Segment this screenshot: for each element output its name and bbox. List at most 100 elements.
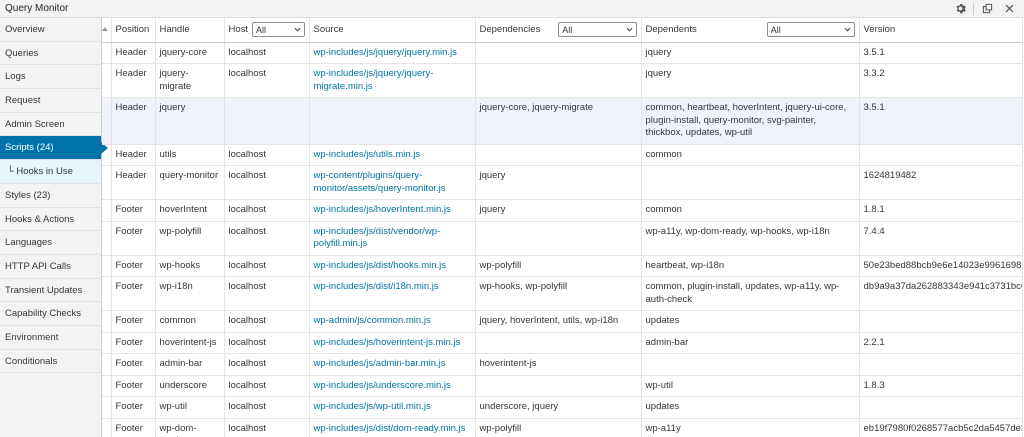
column-position[interactable]: Position — [111, 18, 156, 43]
cell-handle: query-monitor — [155, 165, 225, 200]
source-link[interactable]: wp-includes/js/dist/dom-ready.min.js — [314, 423, 466, 434]
cell-position: Footer — [111, 221, 156, 256]
cell-dependencies — [475, 63, 642, 98]
table-header-row: Position Handle Host All Source Dependen… — [102, 18, 1023, 43]
cell-host: localhost — [224, 63, 310, 98]
source-link[interactable]: wp-includes/js/utils.min.js — [314, 149, 421, 160]
sort-corner[interactable] — [102, 18, 112, 43]
cell-source: wp-includes/js/wp-util.min.js — [309, 396, 476, 419]
cell-handle: underscore — [155, 375, 225, 397]
cell-handle: wp-i18n — [155, 276, 225, 311]
cell-host: localhost — [224, 396, 310, 419]
column-version[interactable]: Version — [859, 18, 1023, 43]
cell-dependencies: wp-polyfill — [475, 418, 642, 437]
sidebar-item[interactable]: Hooks & Actions — [0, 208, 101, 232]
cell-host: localhost — [224, 199, 310, 222]
sidebar-item[interactable]: Overview — [0, 18, 101, 42]
cell-dependencies — [475, 42, 642, 64]
sidebar-item[interactable]: Conditionals — [0, 350, 101, 374]
column-dependencies: Dependencies All — [475, 18, 642, 43]
dependencies-filter-select[interactable]: All — [558, 22, 637, 38]
source-link[interactable]: wp-includes/js/admin-bar.min.js — [314, 358, 446, 369]
table-row: Footer wp-polyfill localhost wp-includes/js… — [102, 221, 1023, 256]
cell-dependencies: jquery, hoverIntent, utils, wp-i18n — [475, 310, 642, 333]
cell-position: Header — [111, 63, 156, 98]
cell-dependents: wp-a11y — [641, 418, 860, 437]
row-gutter — [102, 97, 112, 145]
cell-host: localhost — [224, 332, 310, 354]
table-row: Header jquery-migrate localhost wp-includes… — [102, 63, 1023, 98]
cell-version: 3.3.2 — [859, 63, 1023, 98]
sidebar-item[interactable]: └ Hooks in Use — [0, 160, 101, 184]
source-link[interactable]: wp-includes/js/underscore.min.js — [314, 380, 451, 391]
cell-host: localhost — [224, 418, 310, 437]
cell-handle: wp-dom-ready — [155, 418, 225, 437]
cell-source: wp-admin/js/common.min.js — [309, 310, 476, 333]
source-link[interactable]: wp-includes/js/dist/i18n.min.js — [314, 281, 439, 292]
cell-host: localhost — [224, 310, 310, 333]
row-gutter — [102, 165, 112, 200]
cell-position: Header — [111, 42, 156, 64]
cell-version: 50e23bed88bcb9e6e14023e9961698c1 — [859, 255, 1023, 277]
sidebar-item[interactable]: Request — [0, 89, 101, 113]
sidebar-item[interactable]: Queries — [0, 42, 101, 66]
row-gutter — [102, 396, 112, 419]
gear-icon[interactable] — [949, 1, 971, 17]
sidebar-item[interactable]: Styles (23) — [0, 184, 101, 208]
sidebar-item[interactable]: Languages — [0, 231, 101, 255]
source-link[interactable]: wp-includes/js/hoverIntent.min.js — [314, 204, 451, 215]
source-link[interactable]: wp-admin/js/common.min.js — [314, 315, 431, 326]
cell-handle: admin-bar — [155, 353, 225, 376]
source-link[interactable]: wp-content/plugins/query-monitor/assets/… — [314, 170, 446, 194]
cell-source: wp-includes/js/admin-bar.min.js — [309, 353, 476, 376]
cell-version — [859, 353, 1023, 376]
sidebar-item[interactable]: Scripts (24) — [0, 136, 108, 161]
row-gutter — [102, 42, 112, 64]
cell-dependencies: wp-hooks, wp-polyfill — [475, 276, 642, 311]
table-row: Footer hoverintent-js localhost wp-includes… — [102, 332, 1023, 354]
source-link[interactable]: wp-includes/js/dist/hooks.min.js — [314, 260, 447, 271]
sort-arrow-icon — [102, 26, 108, 31]
cell-dependents: common, plugin-install, updates, wp-a11y… — [641, 276, 860, 311]
column-source[interactable]: Source — [309, 18, 476, 43]
cell-host: localhost — [224, 276, 310, 311]
table-row: Footer wp-util localhost wp-includes/js/wp-… — [102, 396, 1023, 419]
cell-source: wp-includes/js/dist/dom-ready.min.js — [309, 418, 476, 437]
cell-version: 2.2.1 — [859, 332, 1023, 354]
sidebar-item[interactable]: Admin Screen — [0, 113, 101, 137]
column-handle[interactable]: Handle — [155, 18, 225, 43]
cell-host: localhost — [224, 353, 310, 376]
pin-icon[interactable] — [976, 1, 998, 17]
cell-source: wp-includes/js/dist/hooks.min.js — [309, 255, 476, 277]
cell-source: wp-content/plugins/query-monitor/assets/… — [309, 165, 476, 200]
sidebar-item[interactable]: Capability Checks — [0, 302, 101, 326]
sidebar-item[interactable]: Logs — [0, 65, 101, 90]
cell-handle: hoverIntent — [155, 199, 225, 222]
sidebar-item[interactable]: Environment — [0, 326, 101, 350]
cell-dependencies — [475, 221, 642, 256]
sidebar-item[interactable]: HTTP API Calls — [0, 255, 101, 279]
row-gutter — [102, 144, 112, 166]
column-host: Host All — [224, 18, 310, 43]
table-row: Footer common localhost wp-admin/js/common.… — [102, 310, 1023, 333]
cell-dependents: updates — [641, 310, 860, 333]
host-filter-select[interactable]: All — [252, 22, 305, 38]
table-row: Footer admin-bar localhost wp-includes/js/a… — [102, 353, 1023, 376]
cell-host: localhost — [224, 255, 310, 277]
source-link[interactable]: wp-includes/js/wp-util.min.js — [314, 401, 431, 412]
column-dependents: Dependents All — [641, 18, 860, 43]
source-link[interactable]: wp-includes/js/hoverintent-js.min.js — [314, 337, 461, 348]
close-icon[interactable] — [998, 1, 1020, 17]
source-link[interactable]: wp-includes/js/jquery/jquery-migrate.min… — [314, 68, 434, 92]
cell-source: wp-includes/js/jquery/jquery.min.js — [309, 42, 476, 64]
cell-handle: wp-util — [155, 396, 225, 419]
sidebar-item[interactable]: Transient Updates — [0, 279, 101, 303]
source-link[interactable]: wp-includes/js/jquery/jquery.min.js — [314, 47, 457, 58]
cell-dependents: updates — [641, 396, 860, 419]
cell-dependencies: underscore, jquery — [475, 396, 642, 419]
source-link[interactable]: wp-includes/js/dist/vendor/wp-polyfill.m… — [314, 226, 441, 250]
table-row: Footer wp-i18n localhost wp-includes/js/dis… — [102, 276, 1023, 311]
cell-version — [859, 310, 1023, 333]
dependents-filter-select[interactable]: All — [766, 22, 855, 38]
cell-position: Footer — [111, 199, 156, 222]
